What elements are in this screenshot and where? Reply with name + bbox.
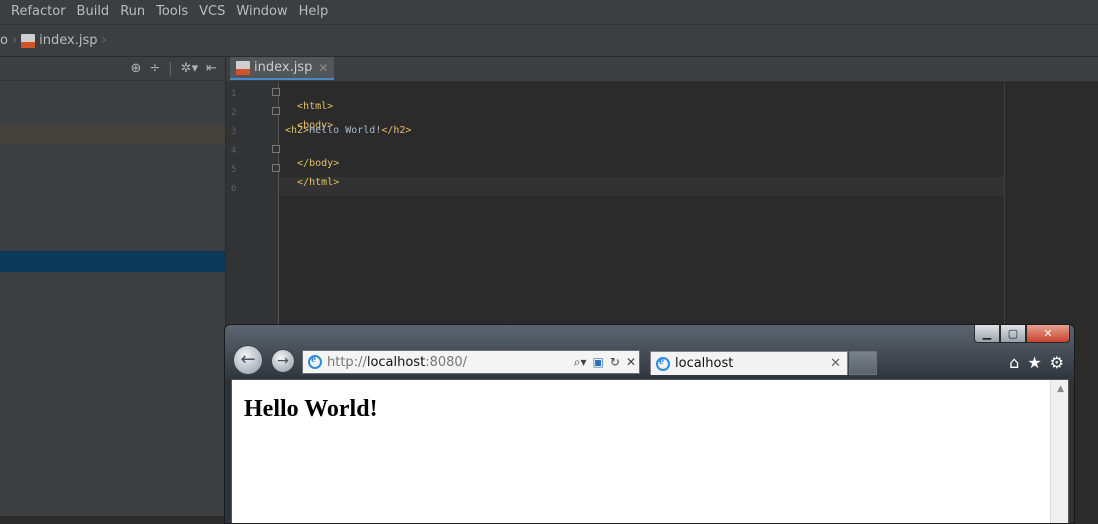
line-number: 3 [231, 127, 237, 137]
menu-run[interactable]: Run [115, 0, 151, 24]
breadcrumb-file[interactable]: index.jsp [21, 33, 98, 48]
code-tag: </html> [297, 177, 340, 188]
caret-row-highlight [279, 177, 1004, 196]
breadcrumb-separator: › [11, 33, 18, 48]
search-icon[interactable]: ⌕▾ [574, 355, 587, 370]
project-tree-row-current[interactable] [0, 125, 225, 145]
back-button[interactable]: ← [233, 345, 263, 375]
line-number: 1 [231, 89, 237, 99]
collapse-icon[interactable]: ÷ [149, 61, 160, 76]
line-number: 2 [231, 108, 237, 118]
fold-marker-icon[interactable] [272, 145, 280, 153]
code-tag: <h2> [285, 125, 310, 136]
ie-logo-icon [308, 353, 322, 369]
code-line-5: </html> [285, 162, 339, 190]
browser-window: ▁ ▢ ✕ ← → http:// localhost :8080/ ⌕▾ ▣ … [224, 324, 1075, 524]
address-bar[interactable]: http:// localhost :8080/ ⌕▾ ▣ ↻ ✕ [302, 350, 640, 374]
home-icon[interactable]: ⌂ [1009, 353, 1019, 372]
breadcrumb-file-label: index.jsp [39, 33, 98, 48]
menu-window[interactable]: Window [231, 0, 293, 24]
menu-vcs[interactable]: VCS [194, 0, 231, 24]
ie-logo-icon [656, 355, 670, 371]
project-tree-row-selected[interactable] [0, 251, 225, 272]
minimize-button[interactable]: ▁ [974, 325, 1000, 343]
stop-icon[interactable]: ✕ [626, 355, 636, 369]
fold-marker-icon[interactable] [272, 164, 280, 172]
url-scheme: http:// [327, 354, 367, 370]
breadcrumb-separator: › [101, 33, 107, 48]
browser-viewport[interactable]: Hello World! ▲ [231, 379, 1069, 523]
close-icon[interactable]: ✕ [318, 61, 328, 75]
arrow-left-icon: ← [240, 349, 256, 370]
code-line-3: <h2>Hello World!</h2> [285, 124, 411, 138]
forward-button[interactable]: → [271, 349, 295, 373]
browser-command-icons: ⌂ ★ ⚙ [1001, 353, 1064, 372]
project-panel: ⊕ ÷ | ✲▾ ⇤ [0, 57, 226, 516]
line-number: 5 [231, 165, 237, 175]
maximize-button[interactable]: ▢ [1000, 325, 1026, 343]
fold-marker-icon[interactable] [272, 88, 280, 96]
breadcrumb-prefix[interactable]: o [0, 33, 8, 48]
gear-icon[interactable]: ✲▾ [181, 61, 198, 76]
refresh-icon[interactable]: ↻ [610, 355, 620, 369]
window-controls: ▁ ▢ ✕ [974, 325, 1070, 343]
project-panel-toolbar: ⊕ ÷ | ✲▾ ⇤ [0, 57, 225, 81]
page-heading: Hello World! [244, 396, 378, 422]
url-port: :8080/ [425, 354, 468, 370]
browser-tab-title: localhost [675, 356, 734, 371]
menu-bar: Refactor Build Run Tools VCS Window Help [0, 0, 1098, 25]
jsp-file-icon [236, 60, 250, 75]
menu-build[interactable]: Build [72, 0, 116, 24]
arrow-right-icon: → [277, 353, 289, 369]
new-tab-button[interactable] [849, 351, 877, 375]
code-text: Hello World! [309, 125, 382, 136]
vertical-scrollbar[interactable]: ▲ [1050, 380, 1068, 523]
favorites-star-icon[interactable]: ★ [1027, 353, 1041, 372]
editor-tab-bar: index.jsp ✕ [226, 57, 1098, 82]
menu-refactor[interactable]: Refactor [0, 0, 72, 24]
line-number: 4 [231, 146, 237, 156]
line-number: 6 [231, 184, 237, 194]
browser-tab-localhost[interactable]: localhost ✕ [650, 351, 848, 375]
code-tag: </h2> [381, 125, 412, 136]
menu-help[interactable]: Help [294, 0, 335, 24]
close-tab-icon[interactable]: ✕ [830, 356, 841, 371]
tab-label: index.jsp [254, 60, 313, 75]
target-icon[interactable]: ⊕ [130, 61, 141, 76]
tab-index-jsp[interactable]: index.jsp ✕ [230, 57, 335, 80]
separator-icon: | [168, 61, 173, 76]
menu-tools[interactable]: Tools [151, 0, 194, 24]
jsp-file-icon [21, 33, 36, 48]
address-tools: ⌕▾ ▣ ↻ ✕ [571, 355, 639, 370]
url-host: localhost [366, 354, 426, 370]
hide-panel-icon[interactable]: ⇤ [206, 61, 217, 76]
tools-gear-icon[interactable]: ⚙ [1050, 353, 1064, 372]
scroll-up-arrow-icon[interactable]: ▲ [1057, 384, 1064, 394]
close-window-button[interactable]: ✕ [1026, 325, 1070, 343]
compatibility-icon[interactable]: ▣ [593, 355, 604, 369]
navigation-bar: o › index.jsp › [0, 25, 1098, 57]
fold-marker-icon[interactable] [272, 107, 280, 115]
